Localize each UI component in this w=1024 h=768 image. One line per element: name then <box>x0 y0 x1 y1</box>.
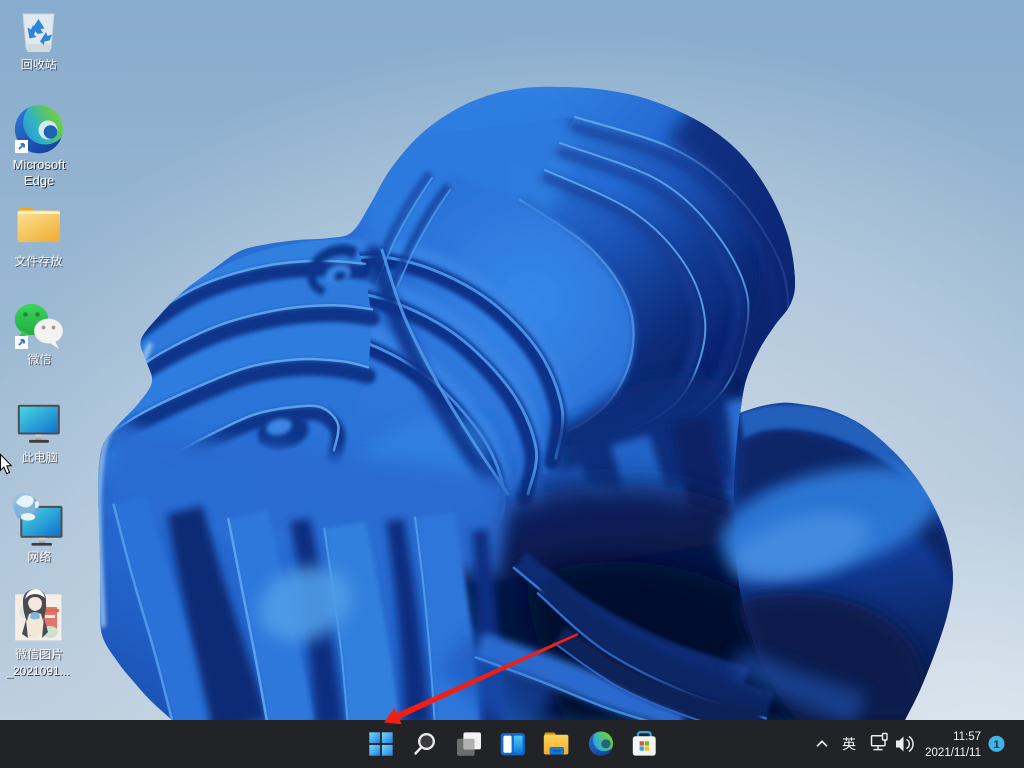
svg-text:Edge: Edge <box>24 173 54 188</box>
svg-text:_2021091...: _2021091... <box>5 664 69 678</box>
svg-text:2021/11/11: 2021/11/11 <box>925 747 981 759</box>
svg-text:1: 1 <box>993 739 999 751</box>
svg-text:11:57: 11:57 <box>953 731 981 743</box>
svg-text:Microsoft: Microsoft <box>13 157 66 172</box>
